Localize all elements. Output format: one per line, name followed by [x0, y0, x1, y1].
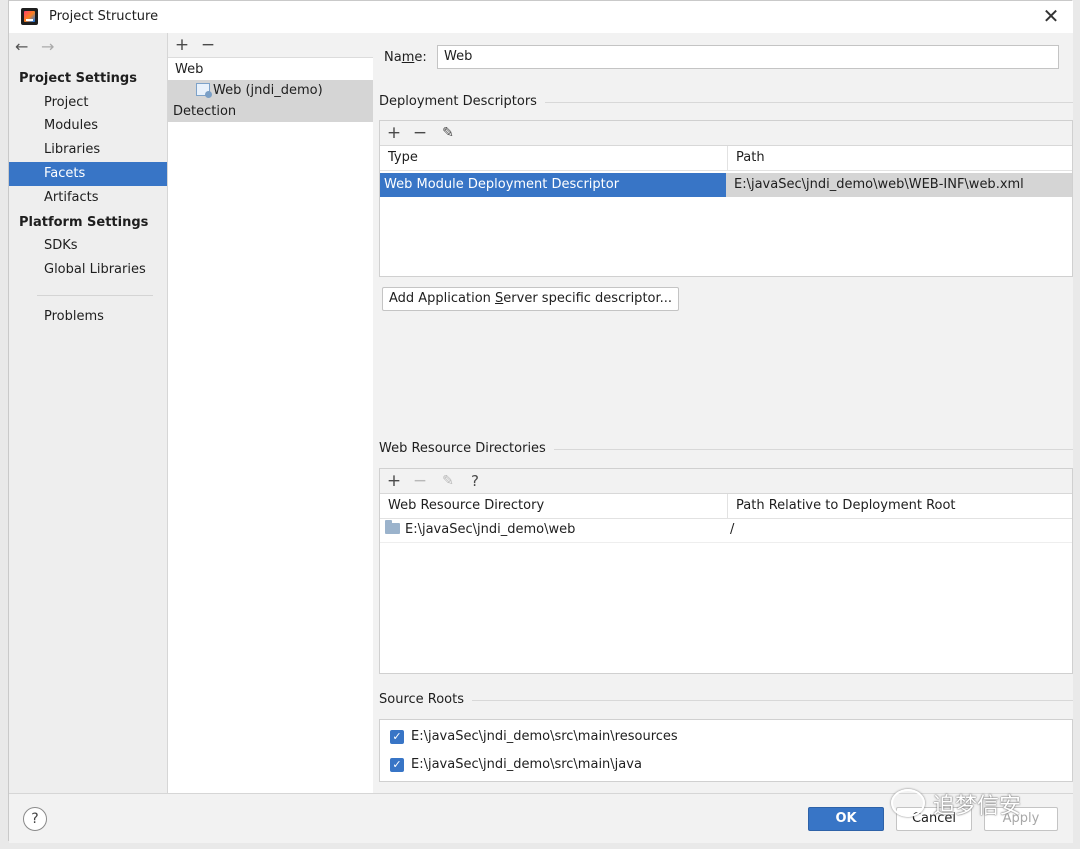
add-server-descriptor-button[interactable]: Add Application Server specific descript…	[382, 287, 679, 311]
edit-pencil-icon[interactable]: ✎	[438, 123, 458, 143]
sidebar-item-global-libraries[interactable]: Global Libraries	[9, 258, 167, 282]
project-structure-dialog: Project Structure ✕ ← → Project Settings …	[8, 0, 1073, 843]
tree-node-detection[interactable]: Detection	[168, 101, 374, 122]
column-type[interactable]: Type	[380, 146, 727, 170]
history-nav: ← →	[15, 37, 67, 57]
platform-settings-heading: Platform Settings	[19, 215, 149, 230]
table-header: Web Resource Directory Path Relative to …	[380, 494, 1072, 519]
sidebar-item-project[interactable]: Project	[9, 91, 167, 115]
sidebar-item-problems[interactable]: Problems	[9, 305, 167, 329]
tree-toolbar: + −	[168, 33, 374, 58]
remove-icon[interactable]: −	[410, 123, 430, 143]
remove-icon: −	[412, 471, 428, 491]
web-folder-icon	[385, 520, 400, 534]
add-icon[interactable]: +	[384, 123, 404, 143]
wechat-icon	[891, 789, 925, 817]
resource-relative-cell: /	[730, 522, 735, 537]
tree-node-web[interactable]: Web	[168, 59, 374, 80]
watermark-text: 追梦信安	[933, 794, 1022, 819]
facets-tree-panel: + − Web Web (jndi_demo) Detection	[167, 33, 375, 793]
title-bar: Project Structure ✕	[9, 1, 1073, 33]
sidebar-item-modules[interactable]: Modules	[9, 114, 167, 138]
back-arrow-icon[interactable]: ←	[15, 37, 41, 56]
settings-sidebar: ← → Project Settings Project Modules Libr…	[9, 33, 167, 793]
source-root-path: E:\javaSec\jndi_demo\src\main\java	[411, 757, 642, 772]
table-row[interactable]: Web Module Deployment Descriptor E:\java…	[380, 173, 1072, 197]
intellij-app-icon	[21, 8, 38, 25]
source-roots-list: ✓ E:\javaSec\jndi_demo\src\main\resource…	[379, 719, 1073, 782]
sidebar-item-facets[interactable]: Facets	[9, 162, 167, 186]
tree-node-web-jndi-demo[interactable]: Web (jndi_demo)	[168, 80, 374, 101]
add-icon[interactable]: +	[384, 471, 404, 491]
descriptor-type-cell: Web Module Deployment Descriptor	[380, 173, 726, 197]
edit-pencil-icon: ✎	[442, 473, 454, 489]
source-root-checkbox[interactable]: ✓	[390, 758, 404, 772]
resource-dir-text: E:\javaSec\jndi_demo\web	[405, 522, 576, 537]
sidebar-item-sdks[interactable]: SDKs	[9, 234, 167, 258]
sidebar-divider	[37, 295, 153, 296]
resources-toolbar: + − ✎ ?	[380, 469, 1072, 494]
deployment-descriptors-table: + − ✎ Type Path Web Module Deployment De…	[379, 120, 1073, 277]
section-divider	[379, 700, 1073, 701]
add-facet-icon[interactable]: +	[172, 35, 192, 55]
table-row[interactable]: E:\javaSec\jndi_demo\web /	[380, 518, 1072, 543]
source-roots-title: Source Roots	[379, 692, 473, 707]
source-root-checkbox[interactable]: ✓	[390, 730, 404, 744]
descriptor-path-cell: E:\javaSec\jndi_demo\web\WEB-INF\web.xml	[726, 173, 1072, 197]
window-title: Project Structure	[49, 9, 159, 24]
sidebar-item-libraries[interactable]: Libraries	[9, 138, 167, 162]
name-label: Name:	[384, 50, 427, 65]
tree-node-label: Web (jndi_demo)	[213, 83, 323, 98]
name-field[interactable]: Web	[437, 45, 1059, 69]
remove-facet-icon[interactable]: −	[198, 35, 218, 55]
column-path-relative[interactable]: Path Relative to Deployment Root	[727, 494, 1072, 518]
deployment-descriptors-title: Deployment Descriptors	[379, 94, 545, 109]
help-question-icon[interactable]: ?	[465, 471, 485, 491]
web-resource-directories-table: + − ✎ ? Web Resource Directory Path Rela…	[379, 468, 1073, 674]
descriptors-toolbar: + − ✎	[380, 121, 1072, 146]
watermark-overlay: 追梦信安	[891, 788, 1021, 820]
ok-button[interactable]: OK	[808, 807, 884, 831]
forward-arrow-icon[interactable]: →	[41, 37, 67, 56]
list-item[interactable]: ✓ E:\javaSec\jndi_demo\src\main\resource…	[380, 724, 1072, 750]
list-item[interactable]: ✓ E:\javaSec\jndi_demo\src\main\java	[380, 752, 1072, 778]
close-icon[interactable]: ✕	[1039, 4, 1063, 28]
web-resource-directories-title: Web Resource Directories	[379, 441, 554, 456]
help-button[interactable]: ?	[23, 807, 47, 831]
source-root-path: E:\javaSec\jndi_demo\src\main\resources	[411, 729, 678, 744]
web-facet-icon	[196, 83, 212, 98]
column-path[interactable]: Path	[727, 146, 1072, 170]
resource-dir-cell: E:\javaSec\jndi_demo\web	[380, 518, 726, 542]
sidebar-item-artifacts[interactable]: Artifacts	[9, 186, 167, 210]
facet-settings-pane: Name: Web Deployment Descriptors + − ✎ T…	[373, 33, 1073, 793]
column-web-resource-directory[interactable]: Web Resource Directory	[380, 494, 727, 518]
project-settings-heading: Project Settings	[19, 71, 137, 86]
table-header: Type Path	[380, 146, 1072, 171]
